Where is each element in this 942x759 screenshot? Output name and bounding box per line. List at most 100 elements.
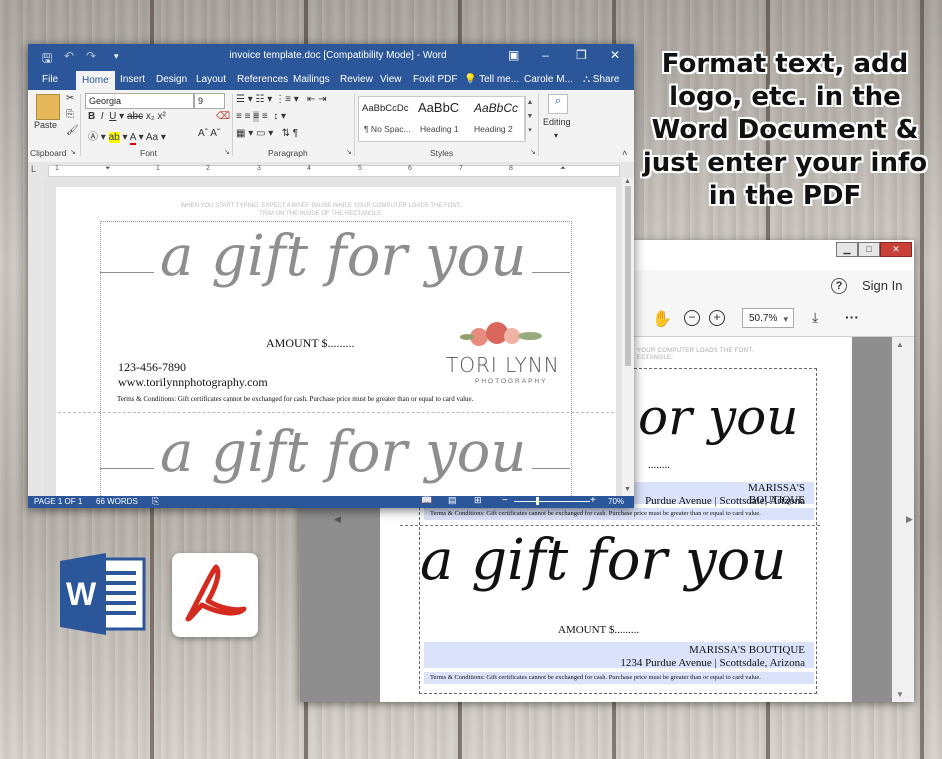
dialog-launcher-icon[interactable]: ↘ [224,148,230,156]
ribbon-display-icon[interactable]: ▣ [508,48,519,62]
ruler-number: 3 [257,165,261,172]
tab-review[interactable]: Review [340,74,373,85]
copy-icon[interactable]: ⎘ [66,109,74,120]
print-layout-icon[interactable]: ▤ [448,495,457,506]
fit-page-icon[interactable]: ⤓ [812,309,818,326]
editing-button[interactable]: Editing [543,117,571,127]
panel-toggle-icon[interactable]: ▶ [906,514,913,525]
redo-icon[interactable]: ↷ [86,49,96,63]
style-preview-normal[interactable]: AaBbCcDc [362,103,408,114]
close-button[interactable]: ✕ [880,242,912,257]
svg-text:W: W [66,576,97,612]
more-options-icon[interactable]: ··· [845,309,859,325]
promo-line: in the PDF [708,181,862,211]
left-panel-toggle-icon[interactable]: ◀ [334,514,341,525]
paste-icon[interactable] [36,94,60,120]
undo-icon[interactable]: ↶ [64,49,74,63]
zoom-slider-thumb[interactable] [536,497,539,505]
zoom-value: 50.7% [749,313,778,324]
doc-amount: AMOUNT $......... [266,336,355,350]
font-name-field[interactable]: Georgia [85,93,194,109]
style-name: ¶ No Spac... [364,124,411,134]
web-layout-icon[interactable]: ⊞ [474,495,482,506]
minimize-button[interactable]: ▁ [836,242,858,257]
dialog-launcher-icon[interactable]: ↘ [70,148,76,156]
pdf-business: MARISSA'S BOUTIQUE [689,644,805,656]
close-button[interactable]: ✕ [610,48,620,62]
font-style-buttons[interactable]: B I U ▾ abc x₂ x² [88,111,166,122]
help-icon[interactable]: ? [831,278,847,294]
word-count[interactable]: 66 WORDS [96,497,138,506]
vertical-ruler [28,178,44,496]
scroll-down-icon[interactable]: ▼ [896,690,904,699]
zoom-in-icon[interactable]: + [709,310,725,326]
ruler-track[interactable] [48,165,620,177]
grow-shrink-font[interactable]: Aˆ Aˇ [198,128,220,139]
ruler-number: 1 [55,165,59,172]
user-account[interactable]: Carole M... [524,74,573,85]
scroll-down-icon[interactable]: ▼ [624,486,631,493]
tab-view[interactable]: View [380,74,402,85]
tab-file[interactable]: File [42,74,58,85]
font-color-buttons[interactable]: Ⓐ ▾ ab ▾ A ▾ Aa ▾ [88,128,166,145]
dialog-launcher-icon[interactable]: ↘ [346,148,352,156]
trim-line [58,412,614,413]
ruler-number: 5 [358,165,362,172]
styles-scroll-icon[interactable]: ▲ ▼ ▾ [524,96,535,140]
collapse-ribbon-icon[interactable]: ˄ [622,148,627,158]
group-label: Styles [430,148,454,158]
ruler-number: 6 [408,165,412,172]
clear-formatting-icon[interactable]: ⌫ [216,111,230,122]
cut-icon[interactable]: ✂ [66,93,74,104]
style-preview-heading1[interactable]: AaBbC [418,100,459,115]
dialog-launcher-icon[interactable]: ↘ [530,148,536,156]
editing-dropdown-icon[interactable]: ▾ [554,131,558,140]
doc-script-heading: a gift for you [154,420,533,485]
search-icon[interactable]: ⌕ [548,94,568,114]
read-mode-icon[interactable]: 📖 [421,495,432,506]
zoom-select[interactable]: 50.7% [742,308,794,329]
promo-line: Word Document & [651,115,919,145]
tell-me-box[interactable]: 💡 Tell me... [464,74,519,85]
tab-insert[interactable]: Insert [120,74,145,85]
minimize-button[interactable]: – [542,48,549,62]
restore-button[interactable]: ❐ [576,48,587,62]
save-icon[interactable]: 🖫 [42,49,52,70]
ruler-indent-marker[interactable]: ⏶ [560,165,566,173]
alignment-buttons[interactable]: ≡ ≡ ≡ ≡ ↕ ▾ [236,111,286,122]
list-buttons[interactable]: ☰ ▾ ☷ ▾ ⋮≡ ▾ ⇤ ⇥ [236,94,327,105]
scroll-up-icon[interactable]: ▲ [624,178,631,185]
tab-mailings[interactable]: Mailings [293,74,330,85]
ruler-number: 8 [509,165,513,172]
pdf-script-heading: or you [638,388,799,446]
tab-selector-icon[interactable]: L [31,164,36,174]
format-painter-icon[interactable]: 🖌 [66,125,79,136]
font-name-value: Georgia [89,96,122,106]
customize-toolbar-icon[interactable]: ▾ [114,51,119,62]
tab-design[interactable]: Design [156,74,187,85]
hand-icon[interactable]: ✋ [652,309,672,329]
scroll-thumb[interactable] [625,186,631,366]
shading-border-buttons[interactable]: ▦ ▾ ▭ ▾ ⇅ ¶ [236,128,298,139]
ruler-number: 4 [307,165,311,172]
tab-references[interactable]: References [237,74,288,85]
sign-in-link[interactable]: Sign In [862,278,902,293]
proofing-icon[interactable]: ⎘ [152,496,159,507]
group-separator [354,94,355,156]
tell-me-label: Tell me... [479,74,520,85]
maximize-button[interactable]: □ [858,242,880,257]
paste-button[interactable]: Paste [34,120,57,130]
zoom-out-icon[interactable]: − [684,310,700,326]
zoom-slider[interactable] [514,501,590,502]
tab-foxit-pdf[interactable]: Foxit PDF [413,74,457,85]
font-size-field[interactable]: 9 [194,93,225,109]
zoom-level[interactable]: 70% [608,497,624,506]
zoom-out-icon[interactable]: − [502,495,508,506]
share-button[interactable]: ⛬ Share [583,74,619,85]
page-count[interactable]: PAGE 1 OF 1 [34,497,82,506]
tab-home[interactable]: Home [76,71,115,90]
style-preview-heading2[interactable]: AaBbCc [474,101,518,115]
tab-layout[interactable]: Layout [196,74,226,85]
scroll-up-icon[interactable]: ▲ [896,340,904,349]
zoom-in-icon[interactable]: + [590,495,596,506]
